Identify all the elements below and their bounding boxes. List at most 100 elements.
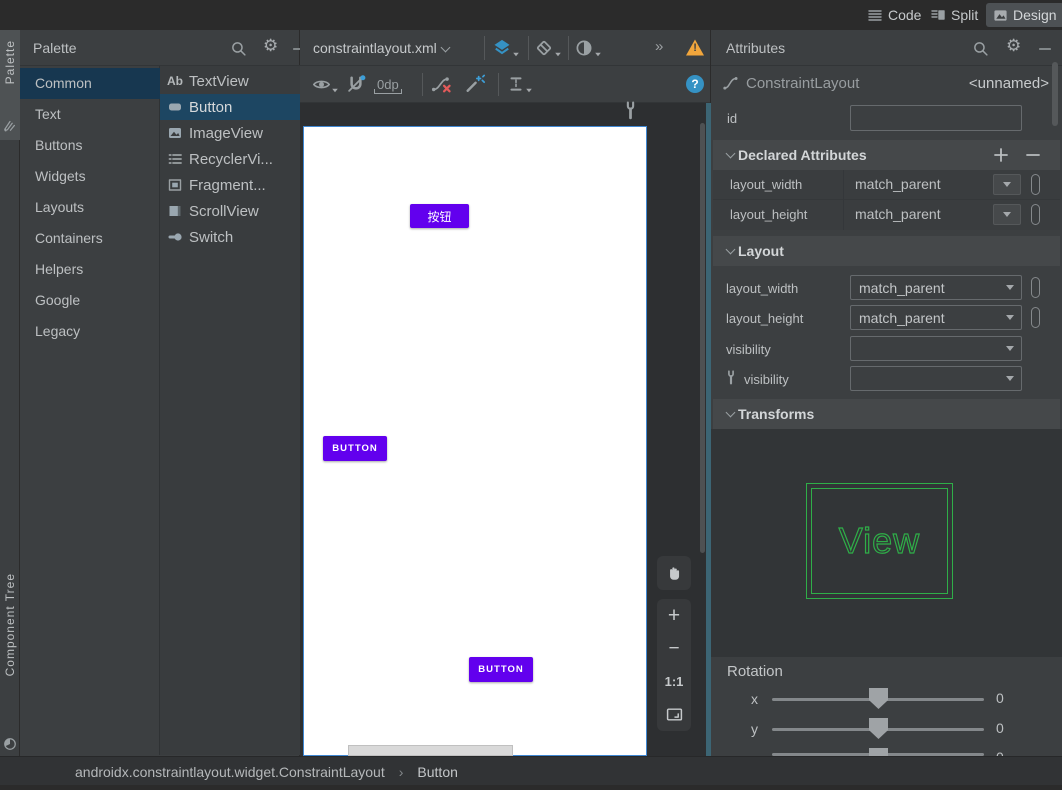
id-input[interactable] <box>850 105 1022 131</box>
pack-align-button[interactable] <box>507 75 533 93</box>
tab-code[interactable]: Code <box>862 3 926 27</box>
chevron-down-icon <box>725 407 736 418</box>
tools-visibility-combo[interactable] <box>850 366 1022 391</box>
search-icon[interactable] <box>230 40 247 57</box>
toggle-pill-icon[interactable] <box>1031 174 1040 195</box>
warning-indicator[interactable]: ! <box>685 38 705 57</box>
chevron-down-icon <box>595 52 601 56</box>
scrollview-icon <box>169 206 181 216</box>
toggle-pill-icon[interactable] <box>1031 307 1040 328</box>
device-screen[interactable]: 按钮 BUTTON BUTTON <box>303 126 647 756</box>
search-icon[interactable] <box>972 40 989 57</box>
remove-attribute-icon[interactable] <box>1025 147 1041 163</box>
chevron-down-icon <box>725 244 736 255</box>
orientation-button[interactable] <box>534 38 562 58</box>
infer-constraints-button[interactable] <box>464 74 486 94</box>
layout-width-combo[interactable]: match_parent <box>850 275 1022 300</box>
palette-category-google[interactable]: Google <box>20 285 160 316</box>
palette-category-containers[interactable]: Containers <box>20 223 160 254</box>
canvas-button-3[interactable]: BUTTON <box>469 657 533 682</box>
palette-category-buttons[interactable]: Buttons <box>20 130 160 161</box>
toggle-pill-icon[interactable] <box>1031 277 1040 298</box>
help-button[interactable]: ? <box>686 75 704 93</box>
canvas-horizontal-scrollbar[interactable] <box>348 745 513 756</box>
toggle-pill-icon[interactable] <box>1031 204 1040 225</box>
tab-design[interactable]: Design <box>986 3 1062 27</box>
file-tab[interactable]: constraintlayout.xml <box>313 30 451 66</box>
canvas-button-2[interactable]: BUTTON <box>323 436 387 461</box>
section-transforms[interactable]: Transforms <box>713 399 1060 429</box>
theme-button[interactable] <box>574 38 602 58</box>
editor-toolbar-main: constraintlayout.xml » ! <box>300 30 710 66</box>
palette-category-text[interactable]: Text <box>20 99 160 130</box>
recyclerview-icon <box>168 154 182 164</box>
zoom-reset-button[interactable]: 1:1 <box>657 665 691 698</box>
palette-item-imageview[interactable]: ImageView <box>160 120 300 146</box>
palette-item-fragment[interactable]: Fragment... <box>160 172 300 198</box>
palette-category-layouts[interactable]: Layouts <box>20 192 160 223</box>
selected-component-row: ConstraintLayout <unnamed> <box>711 66 1062 100</box>
fragment-icon <box>168 179 182 191</box>
pan-button[interactable] <box>657 556 691 590</box>
toolbar-overflow-button[interactable]: » <box>655 38 663 55</box>
chevron-down-icon <box>555 52 561 56</box>
canvas-button-1[interactable]: 按钮 <box>410 204 469 228</box>
gear-icon[interactable]: ⚙ <box>263 36 278 56</box>
tool-stripe-component-tree-label: Component Tree <box>3 573 17 677</box>
palette-item-scrollview[interactable]: ScrollView <box>160 198 300 224</box>
value-dropdown-button[interactable] <box>993 204 1021 225</box>
zoom-out-button[interactable]: − <box>657 632 691 665</box>
file-tab-label: constraintlayout.xml <box>313 40 437 56</box>
value-dropdown-button[interactable] <box>993 174 1021 195</box>
attribute-value[interactable]: match_parent <box>855 206 941 222</box>
autoconnect-toggle[interactable] <box>346 74 366 94</box>
palette-item-switch[interactable]: Switch <box>160 224 300 250</box>
tools-wrench-icon <box>728 370 734 385</box>
editor-vertical-scrollbar[interactable] <box>700 123 705 553</box>
breadcrumb: androidx.constraintlayout.widget.Constra… <box>75 757 458 786</box>
gear-icon[interactable]: ⚙ <box>1006 36 1021 56</box>
attributes-scrollbar[interactable] <box>1052 62 1058 126</box>
align-ibeam-icon <box>510 77 522 91</box>
palette-item-textview[interactable]: Ab TextView <box>160 68 300 94</box>
palette-item-recyclerview[interactable]: RecyclerVi... <box>160 146 300 172</box>
palette-item-button[interactable]: Button <box>160 94 300 120</box>
palette-category-common[interactable]: Common <box>20 68 160 99</box>
zoom-in-button[interactable]: + <box>657 599 691 632</box>
rotation-z-thumb[interactable] <box>869 748 888 756</box>
component-id: <unnamed> <box>968 75 1049 92</box>
palette-category-helpers[interactable]: Helpers <box>20 254 160 285</box>
chevron-down-icon <box>1006 285 1014 290</box>
tool-stripe-tab-component-tree[interactable]: Component Tree <box>0 565 20 756</box>
clear-constraints-icon <box>431 77 451 93</box>
attribute-value[interactable]: match_parent <box>855 176 941 192</box>
breadcrumb-item-button[interactable]: Button <box>417 764 457 780</box>
attribute-name: layout_width <box>730 177 803 192</box>
design-surface-selector-button[interactable] <box>492 38 520 58</box>
zoom-to-fit-button[interactable] <box>657 698 691 731</box>
section-declared-attributes[interactable]: Declared Attributes <box>713 140 1060 170</box>
visibility-combo[interactable] <box>850 336 1022 361</box>
rotation-x-label: x <box>751 691 758 707</box>
orientation-icon <box>536 40 552 56</box>
palette-category-legacy[interactable]: Legacy <box>20 316 160 347</box>
tab-split[interactable]: Split <box>925 3 983 27</box>
default-margin-selector[interactable]: 0dp <box>374 77 402 94</box>
minimize-icon[interactable] <box>1038 42 1052 56</box>
imageview-icon <box>169 128 181 138</box>
zoom-fit-icon <box>666 708 682 721</box>
transform-view-preview[interactable]: View <box>806 483 953 599</box>
layout-height-combo[interactable]: match_parent <box>850 305 1022 330</box>
breadcrumb-item-constraintlayout[interactable]: androidx.constraintlayout.widget.Constra… <box>75 764 385 780</box>
pan-hand-icon <box>670 567 680 580</box>
view-options-button[interactable] <box>312 75 339 94</box>
breadcrumb-bar: androidx.constraintlayout.widget.Constra… <box>0 756 1062 785</box>
tool-stripe-tab-palette[interactable]: Palette <box>0 30 20 140</box>
attributes-title: Attributes <box>726 40 786 56</box>
magnet-icon <box>348 75 366 92</box>
clear-constraints-button[interactable] <box>430 74 452 94</box>
rotation-y-label: y <box>751 721 758 737</box>
section-layout[interactable]: Layout <box>713 236 1060 266</box>
add-attribute-icon[interactable] <box>993 147 1009 163</box>
palette-category-widgets[interactable]: Widgets <box>20 161 160 192</box>
